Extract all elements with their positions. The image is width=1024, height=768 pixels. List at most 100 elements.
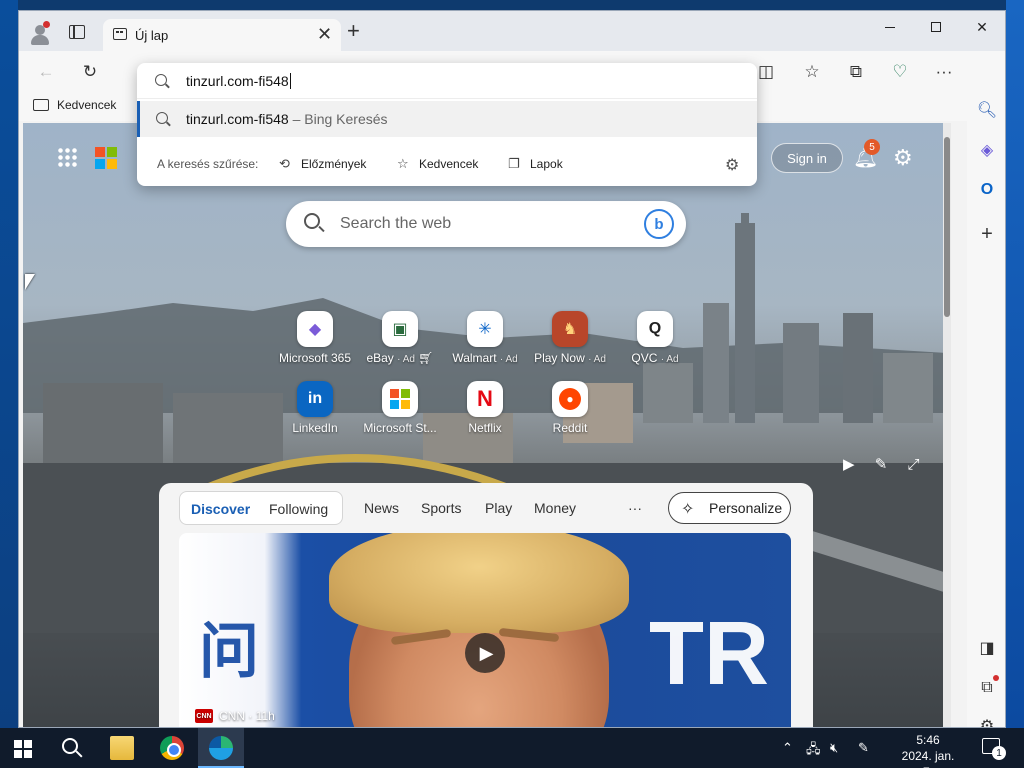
apps-grid-icon[interactable]	[57, 147, 77, 167]
taskbar-search-icon[interactable]	[62, 738, 78, 754]
chrome-icon[interactable]	[160, 736, 184, 760]
nav-sports[interactable]: Sports	[421, 500, 461, 516]
tile-reddit[interactable]: ● Reddit	[530, 381, 610, 441]
background-controls: ▶ ✎ ⤢	[843, 455, 919, 473]
sidebar-search-icon[interactable]: 🔍︎	[976, 99, 998, 121]
close-window-button[interactable]: ✕	[959, 11, 1005, 43]
tab-following[interactable]: Following	[269, 501, 328, 517]
play-icon[interactable]: ▶	[843, 456, 855, 473]
search-icon	[304, 213, 320, 229]
reddit-icon: ●	[552, 381, 588, 417]
taskbar-clock[interactable]: 5:46 2024. jan. 7.	[896, 732, 960, 768]
shopping-cart-icon: 🛒︎	[418, 351, 434, 365]
sidebar-add-icon[interactable]: +	[976, 223, 998, 245]
filter-label: A keresés szűrése:	[157, 157, 259, 171]
filter-favorites[interactable]: ☆ Kedvencek	[397, 156, 478, 172]
sidebar-hide-icon[interactable]: ◨	[976, 637, 998, 659]
favorites-star-icon[interactable]: ☆	[801, 61, 823, 83]
taskbar: ⌃ 🖧︎ 🔇︎ ✎ 5:46 2024. jan. 7. 1	[0, 728, 1024, 768]
history-icon: ⟲	[279, 156, 290, 171]
tab-new-tab[interactable]: Új lap ✕	[103, 19, 341, 51]
favorites-folder-label[interactable]: Kedvencek	[57, 98, 116, 112]
tile-walmart[interactable]: ✳ Walmart · Ad	[445, 311, 525, 371]
filter-tabs[interactable]: ❐ Lapok	[508, 156, 563, 172]
story-image-hair	[329, 533, 629, 633]
edge-taskbar-button[interactable]	[198, 728, 244, 768]
address-bar-dropdown: tinzurl.com-fi548 tinzurl.com-fi548 – Bi…	[137, 63, 757, 186]
tile-netflix[interactable]: N Netflix	[445, 381, 525, 441]
feed-tab-group: Discover Following	[179, 491, 343, 525]
scroll-thumb[interactable]	[944, 137, 950, 317]
bing-chat-icon[interactable]: b	[644, 209, 674, 239]
clock-time: 5:46	[916, 733, 940, 747]
tab-close-button[interactable]: ✕	[317, 25, 332, 43]
more-options-icon[interactable]: ···	[628, 500, 642, 516]
sidebar-outlook-icon[interactable]: O	[976, 179, 998, 201]
tile-ebay[interactable]: ▣ eBay · Ad 🛒︎	[360, 311, 440, 371]
maximize-button[interactable]	[913, 11, 959, 43]
nav-money[interactable]: Money	[534, 500, 576, 516]
search-filters: A keresés szűrése: ⟲ Előzmények ☆ Kedvence…	[137, 145, 757, 185]
ebay-shopping-bag-icon: ▣	[382, 311, 418, 347]
sidebar-copilot-icon[interactable]: ◈	[976, 139, 998, 161]
edge-sidebar: 🔍︎ ◈ O + ◨ ⧉ ⚙	[967, 51, 1005, 727]
file-explorer-icon[interactable]	[110, 736, 134, 760]
new-tab-page: Sign in 🔔︎ 5 ⚙ Search the web b ◆ Micros…	[23, 123, 947, 727]
story-card[interactable]: 问 TR ▶ CNN CNN · 11h	[179, 533, 791, 727]
story-source-label: CNN · 11h	[219, 709, 275, 723]
edit-background-icon[interactable]: ✎	[875, 456, 888, 473]
network-icon[interactable]: 🖧︎	[806, 740, 821, 762]
personalize-label: Personalize	[709, 500, 783, 516]
start-button[interactable]	[14, 740, 32, 758]
sidebar-settings-icon[interactable]: ⚙	[976, 715, 998, 727]
sign-in-button[interactable]: Sign in	[771, 143, 843, 173]
collections-icon[interactable]: ⧉	[845, 61, 867, 83]
refresh-icon[interactable]: ↻	[79, 61, 101, 83]
split-screen-icon[interactable]: ◫	[755, 61, 777, 83]
search-icon	[155, 74, 167, 86]
video-play-button[interactable]: ▶	[465, 633, 505, 673]
tile-play-now[interactable]: ♞ Play Now · Ad	[530, 311, 610, 371]
nav-news[interactable]: News	[364, 500, 399, 516]
volume-muted-icon[interactable]: 🔇︎	[830, 740, 838, 756]
search-suggestion[interactable]: tinzurl.com-fi548 – Bing Keresés	[137, 101, 757, 137]
address-bar-input[interactable]: tinzurl.com-fi548	[137, 63, 757, 99]
nav-play[interactable]: Play	[485, 500, 512, 516]
clock-date: 2024. jan. 7.	[901, 749, 955, 768]
tab-actions-icon[interactable]	[69, 25, 85, 39]
desktop-background-right	[1006, 0, 1024, 728]
personalize-button[interactable]: ✧ Personalize	[668, 492, 791, 524]
gear-icon[interactable]: ⚙	[725, 155, 739, 175]
search-icon	[156, 112, 168, 124]
tile-microsoft-store[interactable]: Microsoft St...	[360, 381, 440, 441]
web-search-box[interactable]: Search the web b	[286, 201, 686, 247]
expand-icon[interactable]: ⤢	[907, 456, 919, 473]
tile-qvc[interactable]: Q QVC · Ad	[615, 311, 695, 371]
qvc-logo-icon: Q	[637, 311, 673, 347]
story-source: CNN CNN · 11h	[195, 709, 275, 723]
browser-essentials-icon[interactable]: ♡	[889, 61, 911, 83]
cnn-logo-icon: CNN	[195, 709, 213, 723]
notification-badge: 5	[864, 139, 880, 155]
walmart-spark-icon: ✳	[467, 311, 503, 347]
tab-discover[interactable]: Discover	[191, 501, 250, 517]
maximize-icon	[931, 22, 941, 32]
edge-icon	[209, 736, 233, 760]
profile-alert-dot	[43, 21, 50, 28]
microsoft-365-icon: ◆	[297, 311, 333, 347]
settings-more-icon[interactable]: ···	[933, 61, 955, 83]
back-arrow-icon[interactable]: ←	[35, 61, 57, 83]
profile-icon[interactable]	[29, 21, 51, 45]
tray-chevron-icon[interactable]: ⌃	[782, 740, 793, 756]
tile-label: Reddit	[552, 421, 588, 435]
microsoft-logo	[95, 147, 117, 169]
tile-linkedin[interactable]: in LinkedIn	[275, 381, 355, 441]
filter-history[interactable]: ⟲ Előzmények	[279, 156, 366, 172]
minimize-button[interactable]	[867, 11, 913, 43]
new-tab-button[interactable]: +	[347, 20, 360, 42]
gear-icon[interactable]: ⚙	[893, 145, 913, 171]
page-scrollbar[interactable]	[943, 123, 951, 727]
pen-icon[interactable]: ✎	[858, 740, 869, 756]
tile-microsoft-365[interactable]: ◆ Microsoft 365	[275, 311, 355, 371]
story-overlay-text-left: 问	[199, 618, 259, 685]
